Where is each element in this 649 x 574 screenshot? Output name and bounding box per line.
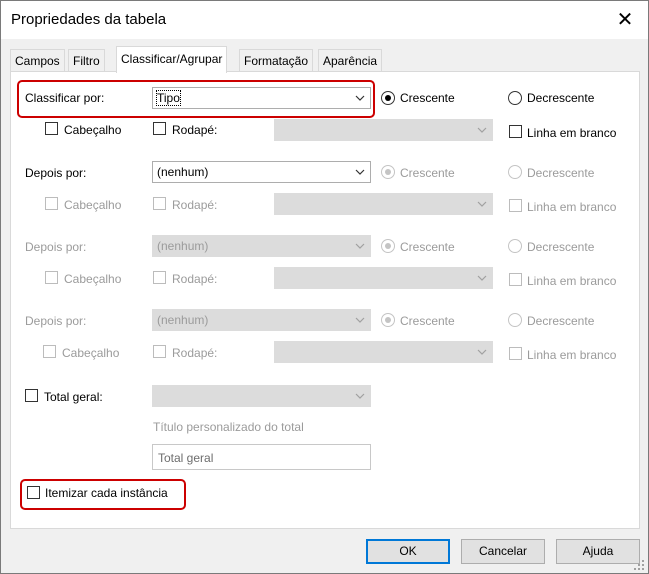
custom-total-title-value: Total geral	[158, 451, 214, 465]
help-button[interactable]: Ajuda	[556, 539, 640, 564]
highlight-itemize	[20, 479, 186, 510]
blank-line-checkbox[interactable]	[509, 273, 522, 286]
then-by-label: Depois por:	[25, 240, 87, 254]
sort-ascending-radio[interactable]	[381, 91, 395, 105]
header-label: Cabeçalho	[64, 198, 122, 212]
header-checkbox[interactable]	[45, 197, 58, 210]
close-icon[interactable]: ✕	[612, 8, 638, 32]
then-by-select[interactable]: (nenhum)	[152, 235, 371, 257]
blank-line-label: Linha em branco	[527, 200, 617, 214]
header-checkbox[interactable]	[45, 122, 58, 135]
grand-total-select[interactable]	[152, 385, 371, 407]
footer-label: Rodapé:	[172, 346, 218, 360]
chevron-down-icon	[476, 123, 488, 137]
chevron-down-icon	[476, 345, 488, 359]
blank-line-label: Linha em branco	[527, 126, 617, 140]
then-by-value: (nenhum)	[157, 165, 209, 179]
then-ascending-radio[interactable]	[381, 239, 395, 253]
footer-select[interactable]	[274, 119, 493, 141]
blank-line-checkbox[interactable]	[509, 347, 522, 360]
tab-classificar-agrupar[interactable]: Classificar/Agrupar	[116, 46, 228, 73]
dialog-title: Propriedades da tabela	[11, 11, 167, 28]
footer-checkbox[interactable]	[153, 122, 166, 135]
blank-line-checkbox[interactable]	[509, 125, 522, 138]
then-ascending-label: Crescente	[400, 240, 455, 254]
header-label: Cabeçalho	[62, 346, 120, 360]
chevron-down-icon	[354, 313, 366, 327]
highlight-sort-by	[17, 80, 375, 118]
chevron-down-icon	[354, 239, 366, 253]
then-by-value: (nenhum)	[157, 313, 209, 327]
ok-button[interactable]: OK	[366, 539, 450, 564]
sort-descending-radio[interactable]	[508, 91, 522, 105]
header-label: Cabeçalho	[64, 272, 122, 286]
grand-total-checkbox[interactable]	[25, 389, 38, 402]
footer-label: Rodapé:	[172, 198, 218, 212]
resize-grip-icon[interactable]	[634, 559, 644, 570]
dialog-window: Propriedades da tabela ✕ Campos Filtro C…	[0, 0, 649, 574]
chevron-down-icon	[354, 165, 366, 179]
tab-formatacao[interactable]: Formatação	[239, 49, 314, 72]
chevron-down-icon	[476, 197, 488, 211]
footer-select[interactable]	[274, 193, 493, 215]
header-checkbox[interactable]	[43, 345, 56, 358]
grand-total-label: Total geral:	[44, 390, 103, 404]
then-by-label: Depois por:	[25, 166, 87, 180]
custom-total-title-label: Título personalizado do total	[153, 420, 304, 434]
then-descending-label: Decrescente	[527, 314, 595, 328]
then-ascending-label: Crescente	[400, 314, 455, 328]
then-by-label: Depois por:	[25, 314, 87, 328]
then-by-select[interactable]: (nenhum)	[152, 161, 371, 183]
then-ascending-label: Crescente	[400, 166, 455, 180]
footer-checkbox[interactable]	[153, 345, 166, 358]
then-descending-label: Decrescente	[527, 240, 595, 254]
then-ascending-radio[interactable]	[381, 313, 395, 327]
title-bar: Propriedades da tabela ✕	[1, 1, 648, 39]
tab-filtro[interactable]: Filtro	[68, 49, 105, 72]
then-by-select[interactable]: (nenhum)	[152, 309, 371, 331]
footer-checkbox[interactable]	[153, 271, 166, 284]
footer-label: Rodapé:	[172, 272, 218, 286]
tab-campos[interactable]: Campos	[10, 49, 65, 72]
blank-line-checkbox[interactable]	[509, 199, 522, 212]
footer-label: Rodapé:	[172, 123, 218, 137]
chevron-down-icon	[354, 389, 366, 403]
then-descending-radio[interactable]	[508, 239, 522, 253]
then-descending-radio[interactable]	[508, 313, 522, 327]
chevron-down-icon	[476, 271, 488, 285]
blank-line-label: Linha em branco	[527, 348, 617, 362]
tab-aparencia[interactable]: Aparência	[318, 49, 383, 72]
then-by-value: (nenhum)	[157, 239, 209, 253]
then-ascending-radio[interactable]	[381, 165, 395, 179]
sort-descending-label: Decrescente	[527, 91, 595, 105]
blank-line-label: Linha em branco	[527, 274, 617, 288]
header-label: Cabeçalho	[64, 123, 122, 137]
footer-select[interactable]	[274, 341, 493, 363]
footer-checkbox[interactable]	[153, 197, 166, 210]
cancel-button[interactable]: Cancelar	[461, 539, 545, 564]
footer-select[interactable]	[274, 267, 493, 289]
then-descending-radio[interactable]	[508, 165, 522, 179]
sort-ascending-label: Crescente	[400, 91, 455, 105]
custom-total-title-input[interactable]: Total geral	[152, 444, 371, 470]
then-descending-label: Decrescente	[527, 166, 595, 180]
header-checkbox[interactable]	[45, 271, 58, 284]
